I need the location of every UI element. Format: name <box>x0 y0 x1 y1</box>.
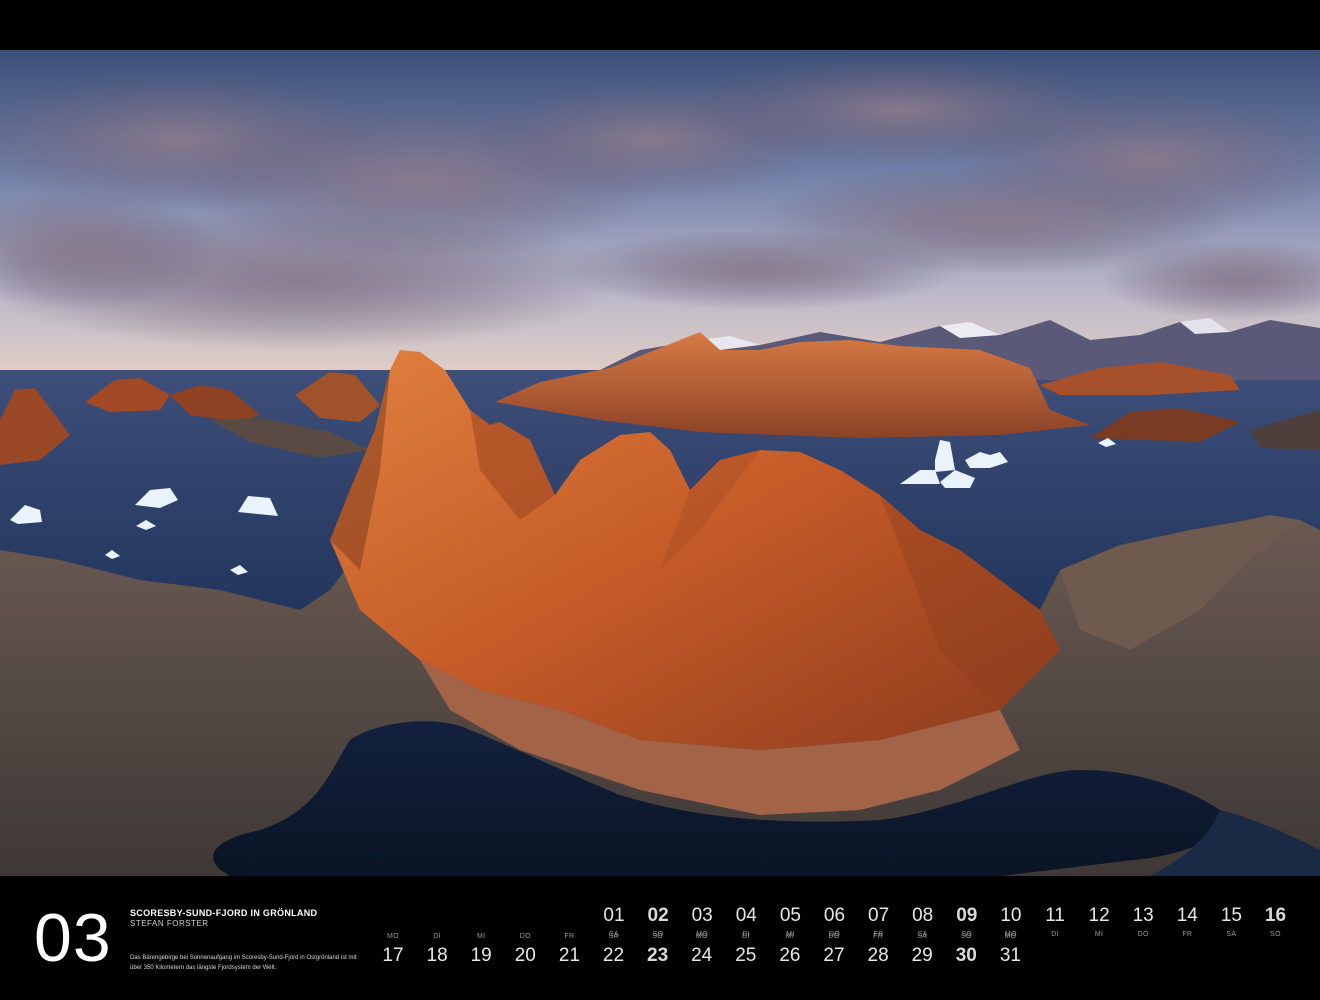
day-cell-28: FR 28 <box>856 932 900 966</box>
day-number: 11 <box>1045 905 1065 926</box>
weekday-label: MO <box>695 933 708 940</box>
day-number: 18 <box>426 945 448 966</box>
day-number: 23 <box>647 945 669 966</box>
day-number: 09 <box>956 905 978 926</box>
photo-title: SCORESBY-SUND-FJORD IN GRÖNLAND <box>130 908 318 918</box>
weekday-label: MI <box>785 933 795 940</box>
day-number: 20 <box>514 945 536 966</box>
weekday-label: SA <box>1226 931 1237 938</box>
day-number: 31 <box>999 945 1021 966</box>
weekday-label: SA <box>917 933 928 940</box>
weekday-label: DI <box>433 933 441 940</box>
day-cell-13: 13 DO <box>1121 906 1165 940</box>
landscape-photo <box>0 50 1320 876</box>
weekday-label: MI <box>1094 931 1104 938</box>
day-number: 13 <box>1132 905 1154 926</box>
weekday-label: DO <box>828 933 840 940</box>
weekday-label: MO <box>1004 933 1017 940</box>
day-number: 02 <box>647 905 669 926</box>
weekday-label: DO <box>519 933 531 940</box>
day-number: 28 <box>867 945 889 966</box>
day-number: 04 <box>735 905 757 926</box>
day-number: 25 <box>735 945 757 966</box>
day-cell-18: DI 18 <box>415 932 459 966</box>
day-cell-15: 15 SA <box>1209 906 1253 940</box>
day-number: 22 <box>602 945 625 966</box>
day-cell-16: 16 SO <box>1254 906 1298 940</box>
day-cell-31: MO 31 <box>988 932 1032 966</box>
weekday-label: SO <box>960 933 972 940</box>
day-number: 05 <box>779 905 801 926</box>
photo-description: Das Bärengebirge bei Sonnenaufgang im Sc… <box>130 955 357 971</box>
day-number: 08 <box>912 905 934 926</box>
day-number: 16 <box>1264 905 1287 926</box>
day-number: 10 <box>1000 905 1022 926</box>
day-number: 15 <box>1220 905 1242 926</box>
day-number: 06 <box>823 905 846 926</box>
weekday-label: FR <box>564 933 575 940</box>
day-cell-20: DO 20 <box>503 932 547 966</box>
weekday-label: MI <box>476 933 486 940</box>
day-cell-22: SA 22 <box>592 932 636 966</box>
day-cell-12: 12 MI <box>1077 906 1121 940</box>
day-cell-25: DI 25 <box>724 932 768 966</box>
weekday-label: DI <box>741 933 750 940</box>
calendar-page: 03 SCORESBY-SUND-FJORD IN GRÖNLAND STEFA… <box>0 0 1320 1000</box>
weekday-label: SO <box>652 933 663 940</box>
day-cell-19: MI 19 <box>459 932 503 966</box>
day-number: 27 <box>823 945 845 966</box>
day-cell-23: SO 23 <box>636 932 680 966</box>
day-number: 03 <box>691 905 713 926</box>
day-number: 14 <box>1176 905 1198 926</box>
weekday-label: DI <box>1051 931 1059 938</box>
day-number: 30 <box>955 945 977 966</box>
day-cell-17: MO 17 <box>371 932 415 966</box>
photographer-name: STEFAN FORSTER <box>130 919 209 928</box>
day-cell-26: MI 26 <box>768 932 812 966</box>
day-number: 01 <box>603 905 625 926</box>
day-number: 26 <box>779 945 801 966</box>
weekday-label: FR <box>1182 931 1193 938</box>
day-cell-14: 14 FR <box>1165 906 1209 940</box>
day-number: 12 <box>1088 905 1110 926</box>
day-cell-24: MO 24 <box>680 932 724 966</box>
day-number: 07 <box>868 905 890 926</box>
day-number: 19 <box>470 945 492 966</box>
day-cell-29: SA 29 <box>900 932 944 966</box>
day-number: 21 <box>558 945 580 966</box>
day-cell-27: DO 27 <box>812 932 856 966</box>
day-number: 24 <box>691 945 713 966</box>
weekday-label: DO <box>1137 931 1149 938</box>
weekday-label: MO <box>387 933 399 940</box>
day-cell-21: FR 21 <box>547 932 591 966</box>
day-cell-30: SO 30 <box>944 932 988 966</box>
weekday-label: FR <box>873 933 884 940</box>
weekday-label: SA <box>608 933 619 940</box>
mountains-fjord-illustration <box>0 50 1320 876</box>
day-number: 29 <box>911 945 933 966</box>
day-cell-11: 11 DI <box>1033 906 1077 940</box>
day-number: 17 <box>382 945 404 966</box>
weekday-label: SO <box>1270 931 1281 938</box>
month-number: 03 <box>34 900 112 976</box>
